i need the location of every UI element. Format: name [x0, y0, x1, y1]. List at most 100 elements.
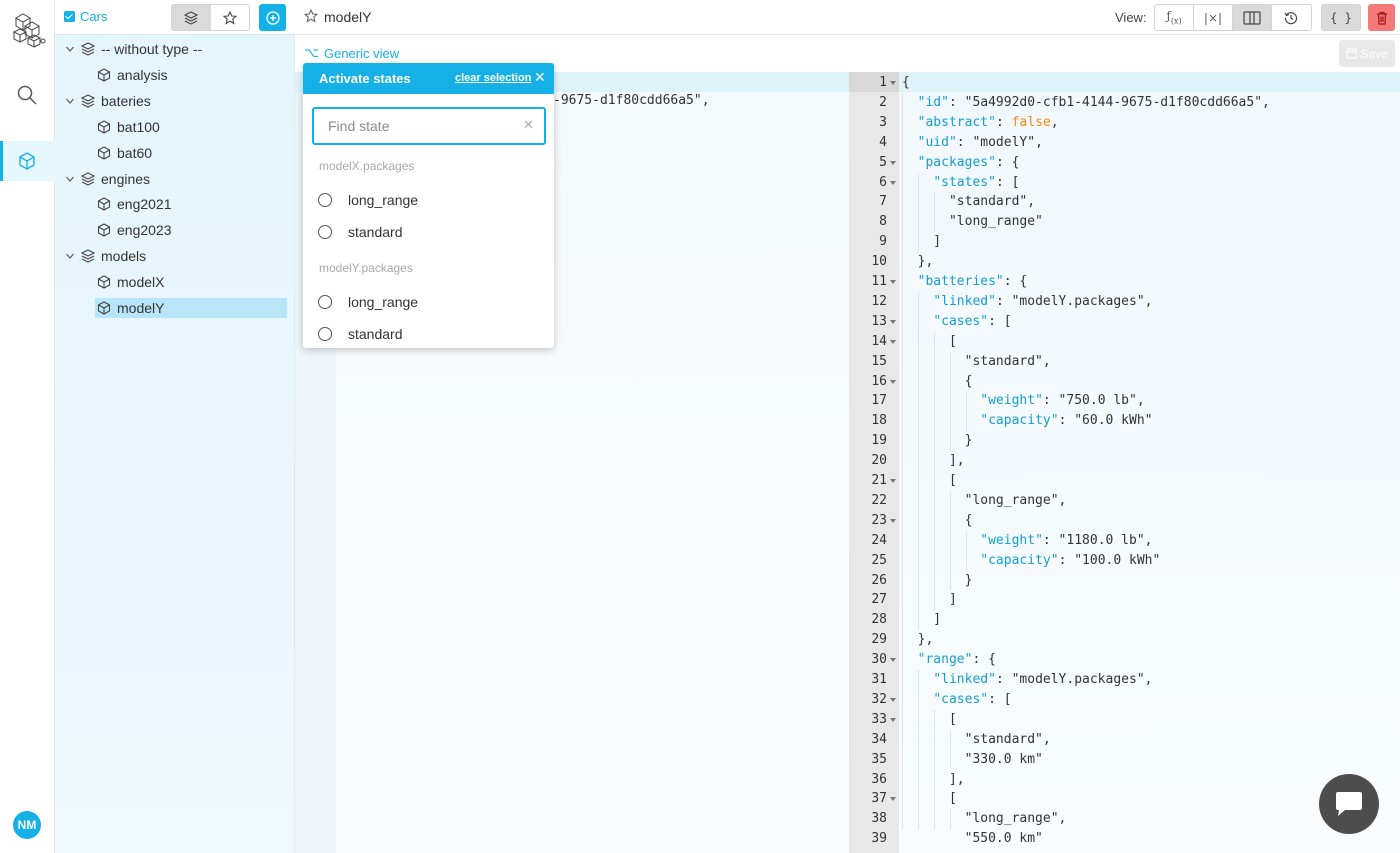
chevron-down-icon[interactable]: [63, 174, 77, 184]
fold-toggle-icon[interactable]: [889, 173, 897, 193]
clear-input-icon[interactable]: ✕: [523, 117, 534, 133]
line-number: 16: [871, 373, 887, 389]
line-number: 7: [879, 194, 887, 210]
fold-toggle-icon[interactable]: [889, 153, 897, 173]
code-line: "long_range": [902, 214, 1043, 230]
tree-model-node[interactable]: bat60: [95, 143, 287, 163]
trash-icon: [1376, 11, 1387, 25]
project-selector[interactable]: Cars: [64, 9, 107, 24]
chat-button[interactable]: [1319, 774, 1379, 834]
radio-button[interactable]: [318, 295, 332, 309]
tree-model-node[interactable]: bat100: [95, 117, 287, 137]
state-option[interactable]: long_range: [318, 292, 418, 312]
layers-icon: [81, 42, 95, 56]
line-number: 14: [871, 333, 887, 349]
cube-icon: [97, 197, 111, 212]
code-line: "long_range",: [902, 811, 1067, 827]
generic-view-label: Generic view: [323, 46, 400, 61]
code-line: "long_range",: [902, 492, 1067, 508]
radio-button[interactable]: [318, 193, 332, 207]
layers-icon: [81, 249, 95, 263]
split-view-button[interactable]: [1233, 5, 1272, 30]
code-line: },: [902, 254, 934, 270]
radio-button[interactable]: [318, 327, 332, 341]
line-number: 31: [871, 672, 887, 687]
plus-circle-icon: [265, 10, 280, 25]
code-line: },: [902, 632, 934, 648]
line-number: 37: [871, 791, 887, 807]
code-line: "weight": "750.0 lb",: [980, 393, 1145, 409]
add-button[interactable]: [259, 4, 286, 31]
chevron-down-icon[interactable]: [63, 96, 77, 106]
popup-header: Activate states clear selection ✕: [303, 63, 554, 94]
code-line: ]: [902, 612, 942, 628]
clear-selection-link[interactable]: clear selection: [455, 72, 531, 84]
line-number: 3: [879, 114, 887, 130]
fold-toggle-icon[interactable]: [889, 332, 897, 352]
cube-icon: [19, 152, 35, 170]
fold-toggle-icon[interactable]: [889, 650, 897, 670]
indent-guide: [966, 391, 967, 432]
fold-toggle-icon[interactable]: [889, 471, 897, 491]
indent-guide: [918, 670, 919, 830]
line-number: 34: [871, 731, 887, 747]
favorites-view-button[interactable]: [211, 5, 250, 30]
code-line: {: [902, 512, 973, 528]
chat-bubble-icon: [1336, 792, 1362, 816]
line-number: 27: [871, 592, 887, 608]
tree-node-label: -- without type --: [101, 41, 203, 57]
fold-toggle-icon[interactable]: [889, 73, 897, 93]
avatar[interactable]: NM: [13, 811, 41, 839]
state-group-label: modelY.packages: [319, 261, 413, 275]
json-view-button[interactable]: { }: [1321, 4, 1361, 31]
find-state-input[interactable]: [312, 107, 546, 145]
formula-view-button[interactable]: ƒ(x): [1155, 5, 1194, 30]
radio-button[interactable]: [318, 225, 332, 239]
code-line: [: [902, 791, 957, 807]
tree-node-label: modelY: [117, 300, 165, 316]
fold-toggle-icon[interactable]: [889, 312, 897, 332]
json-editor[interactable]: 1 {2 "id": "5a4992d0-cfb1-4144-9675-d1f80…: [849, 72, 1400, 853]
tree-model-node[interactable]: modelY: [95, 298, 287, 318]
tree-model-node[interactable]: eng2021: [95, 194, 287, 214]
line-number: 30: [871, 652, 887, 668]
search-icon[interactable]: [16, 84, 38, 106]
generic-view-link[interactable]: ⌥ Generic view: [304, 46, 399, 61]
tree-node-label: eng2023: [117, 222, 172, 239]
layers-view-button[interactable]: [172, 5, 211, 30]
tree-type-node[interactable]: -- without type --: [63, 39, 202, 59]
state-option[interactable]: long_range: [318, 190, 418, 210]
state-option[interactable]: standard: [318, 222, 402, 242]
history-view-button[interactable]: [1272, 5, 1311, 30]
app-logo-icon[interactable]: [8, 10, 48, 50]
tree-model-node[interactable]: modelX: [95, 272, 287, 292]
diff-view-button[interactable]: |×|: [1194, 5, 1233, 30]
favorite-star-icon[interactable]: [303, 8, 319, 28]
tree-type-node[interactable]: models: [63, 246, 146, 266]
delete-button[interactable]: [1368, 4, 1395, 31]
indent-guide: [966, 530, 967, 571]
tree-model-node[interactable]: analysis: [95, 65, 287, 85]
line-number: 18: [871, 413, 887, 429]
line-number: 20: [871, 453, 887, 469]
fold-toggle-icon[interactable]: [889, 789, 897, 809]
function-icon: ƒ(x): [1166, 9, 1182, 26]
tree-model-node[interactable]: eng2023: [95, 220, 287, 240]
code-line: "abstract": false,: [917, 114, 1059, 130]
save-button[interactable]: Save: [1339, 40, 1395, 67]
fold-toggle-icon[interactable]: [889, 272, 897, 292]
indent-guide: [934, 709, 935, 830]
chevron-down-icon[interactable]: [63, 251, 77, 261]
tree-type-node[interactable]: engines: [63, 169, 150, 189]
chevron-down-icon[interactable]: [63, 44, 77, 54]
close-icon[interactable]: ✕: [534, 69, 546, 86]
tree-type-node[interactable]: bateries: [63, 91, 151, 111]
fold-toggle-icon[interactable]: [889, 690, 897, 710]
fold-toggle-icon[interactable]: [889, 372, 897, 392]
model-nav-button[interactable]: [0, 141, 55, 181]
code-line: }: [902, 433, 973, 449]
fold-toggle-icon[interactable]: [889, 710, 897, 730]
state-option[interactable]: standard: [318, 324, 402, 344]
fold-toggle-icon[interactable]: [889, 511, 897, 531]
indent-guide: [918, 291, 919, 631]
